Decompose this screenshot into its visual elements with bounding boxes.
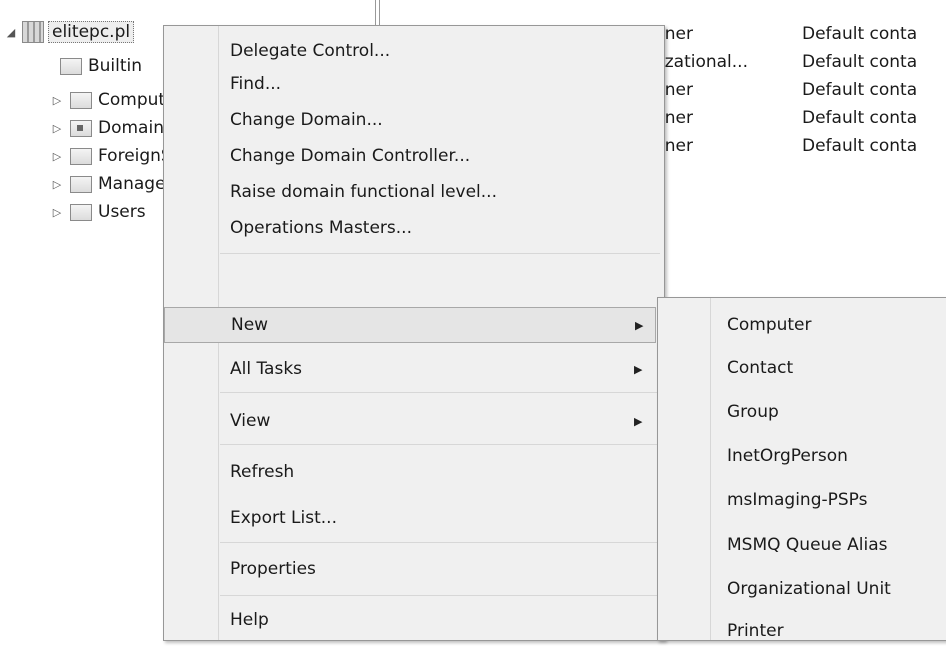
menu-item-change-domain[interactable]: Change Domain... (230, 105, 383, 135)
menu-item-label: Help (230, 610, 269, 630)
menu-item-label: New (231, 315, 269, 335)
menu-item-change-domain-controller[interactable]: Change Domain Controller... (230, 141, 470, 171)
list-cell-description: Default conta (802, 80, 918, 100)
menu-item-label: Change Domain... (230, 110, 383, 130)
menu-item-find[interactable]: Find... (230, 69, 281, 99)
menu-item-label: Operations Masters... (230, 218, 412, 238)
menu-item-all-tasks[interactable]: All Tasks ▶ (164, 354, 664, 384)
tree-item-users[interactable]: ▷ Users (50, 198, 146, 226)
list-cell-type: iner (660, 136, 693, 156)
menu-item-label: Contact (727, 358, 794, 378)
submenu-arrow-icon: ▶ (634, 362, 643, 376)
menu-item-label: All Tasks (230, 359, 303, 379)
list-cell-type: iner (660, 80, 693, 100)
menu-item-label: msImaging-PSPs (727, 490, 868, 510)
menu-item-label: Printer (727, 621, 784, 641)
menu-separator (220, 542, 660, 543)
menu-item-label: View (230, 411, 271, 431)
menu-item-label: Computer (727, 315, 812, 335)
context-menu: Delegate Control... Find... Change Domai… (163, 25, 665, 641)
menu-separator (220, 444, 660, 445)
menu-item-label: Delegate Control... (230, 41, 391, 61)
menu-item-label: Organizational Unit (727, 579, 891, 599)
submenu-item-computer[interactable]: Computer (727, 310, 812, 340)
submenu-item-contact[interactable]: Contact (727, 353, 793, 383)
menu-separator (220, 392, 660, 393)
menu-item-properties[interactable]: Properties (230, 554, 316, 584)
submenu-arrow-icon: ▶ (635, 318, 644, 332)
menu-item-new[interactable]: New ▶ (164, 307, 656, 343)
menu-separator (220, 595, 660, 596)
list-cell-type: iner (660, 108, 693, 128)
menu-item-label: InetOrgPerson (727, 446, 848, 466)
menu-icon-gutter (710, 298, 711, 640)
submenu-item-organizational-unit[interactable]: Organizational Unit (727, 574, 891, 604)
submenu-item-printer[interactable]: Printer (727, 616, 784, 646)
submenu-arrow-icon: ▶ (634, 414, 643, 428)
menu-item-help[interactable]: Help (230, 605, 269, 635)
menu-item-refresh[interactable]: Refresh (230, 457, 294, 487)
menu-item-delegate-control[interactable]: Delegate Control... (230, 36, 390, 66)
menu-item-label: Raise domain functional level... (230, 182, 497, 202)
menu-item-export-list[interactable]: Export List... (230, 503, 337, 533)
menu-item-label: Refresh (230, 462, 295, 482)
menu-item-label: Export List... (230, 508, 337, 528)
menu-item-operations-masters[interactable]: Operations Masters... (230, 213, 412, 243)
menu-item-view[interactable]: View ▶ (164, 406, 664, 436)
submenu-item-group[interactable]: Group (727, 397, 779, 427)
menu-item-label: MSMQ Queue Alias (727, 535, 888, 555)
menu-item-label: Change Domain Controller... (230, 146, 471, 166)
list-cell-type: izational... (660, 52, 748, 72)
tree-item-label: Users (98, 202, 146, 222)
list-cell-description: Default conta (802, 136, 918, 156)
list-cell-description: Default conta (802, 108, 918, 128)
list-cell-description: Default conta (802, 24, 918, 44)
expand-arrow-icon[interactable]: ▷ (50, 178, 64, 191)
list-cell-description: Default conta (802, 52, 918, 72)
expand-arrow-icon[interactable]: ▷ (50, 206, 64, 219)
submenu-item-msimaging-psps[interactable]: msImaging-PSPs (727, 485, 867, 515)
menu-separator (220, 253, 660, 254)
menu-item-label: Group (727, 402, 779, 422)
menu-item-raise-functional-level[interactable]: Raise domain functional level... (230, 177, 497, 207)
submenu-item-inetorgperson[interactable]: InetOrgPerson (727, 441, 848, 471)
submenu-item-msmq-queue-alias[interactable]: MSMQ Queue Alias (727, 530, 888, 560)
menu-item-label: Properties (230, 559, 316, 579)
folder-icon (70, 175, 92, 193)
menu-item-label: Find... (230, 74, 282, 94)
new-submenu: Computer Contact Group InetOrgPerson msI… (657, 297, 946, 641)
folder-icon (70, 203, 92, 221)
list-cell-type: iner (660, 24, 693, 44)
